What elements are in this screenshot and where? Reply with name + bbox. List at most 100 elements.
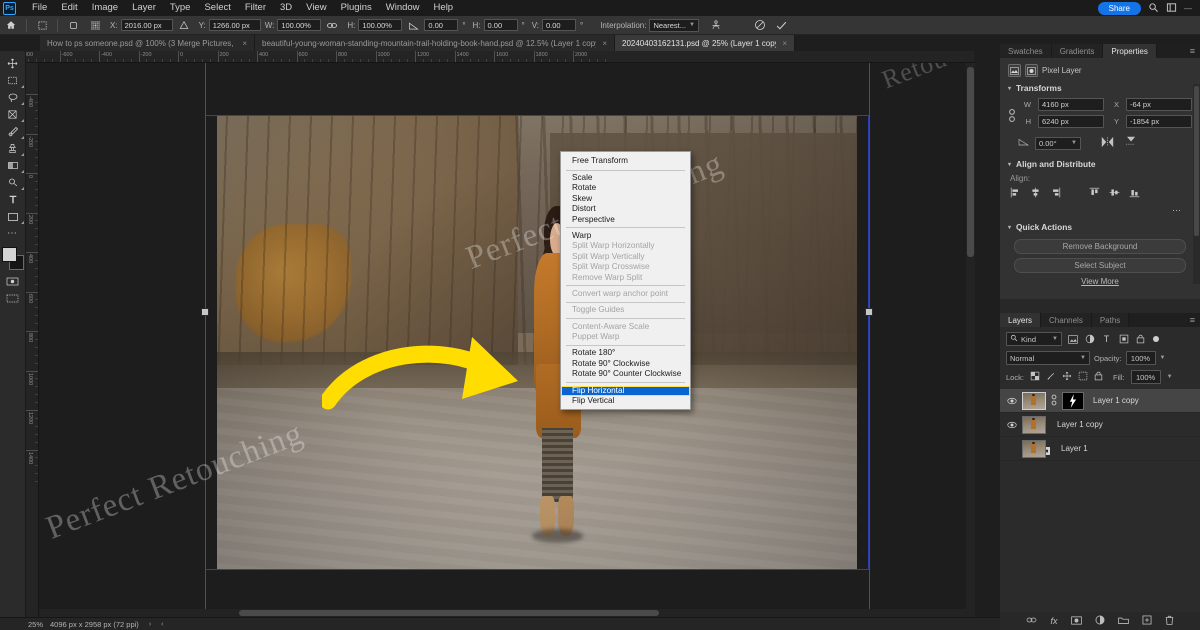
link-layers-icon[interactable]: [1026, 616, 1037, 626]
interpolation-select[interactable]: Nearest... ▼: [649, 19, 698, 32]
layer-row[interactable]: Layer 1: [1000, 437, 1200, 461]
lock-all-icon[interactable]: [1094, 371, 1103, 383]
layer-row[interactable]: Layer 1 copy: [1000, 389, 1200, 413]
more-options-icon[interactable]: ⋯: [1000, 204, 1200, 219]
align-right-icon[interactable]: [1050, 187, 1061, 200]
tool-lasso[interactable]: [1, 89, 25, 106]
panel-tab-swatches[interactable]: Swatches: [1000, 44, 1052, 58]
vertical-ruler[interactable]: -400-2000200400600800100012001400: [26, 63, 39, 617]
layer-thumbnail[interactable]: [1022, 440, 1046, 458]
horizontal-ruler[interactable]: -1000-800-600-400-2000200400600800100012…: [26, 51, 974, 63]
scrollbar-thumb[interactable]: [239, 610, 659, 616]
free-transform-icon[interactable]: [31, 16, 53, 35]
align-bottom-icon[interactable]: [1129, 187, 1140, 200]
layer-thumbnail[interactable]: [1022, 392, 1046, 410]
filter-pixel-icon[interactable]: [1066, 333, 1079, 346]
lock-image-pixels-icon[interactable]: [1046, 371, 1056, 383]
image-layer-icon[interactable]: [1008, 64, 1021, 77]
quick-mask-icon[interactable]: [1, 273, 25, 290]
context-menu-item-skew[interactable]: Skew: [561, 194, 690, 204]
h-input[interactable]: 100.00%: [358, 19, 402, 31]
zoom-level[interactable]: 25%: [0, 620, 50, 629]
context-menu-item-warp[interactable]: Warp: [561, 231, 690, 241]
filter-toggle-icon[interactable]: [1153, 336, 1159, 342]
menu-window[interactable]: Window: [379, 0, 427, 16]
scrollbar-thumb[interactable]: [967, 67, 974, 257]
angle-input[interactable]: 0.00° ▼: [1035, 137, 1081, 150]
commit-transform-icon[interactable]: [771, 16, 793, 35]
add-mask-icon[interactable]: [1071, 616, 1082, 627]
panel-tab-paths[interactable]: Paths: [1092, 313, 1129, 327]
canvas-area[interactable]: Perfect Retouching Perfect Retouching Re…: [39, 63, 974, 617]
tool-type[interactable]: [1, 191, 25, 208]
angle-input[interactable]: 0.00: [424, 19, 458, 31]
filter-type-icon[interactable]: T: [1100, 333, 1113, 346]
context-menu-item-scale[interactable]: Scale: [561, 173, 690, 183]
transform-handle-right-middle[interactable]: [865, 308, 873, 316]
status-collapse-arrow[interactable]: ‹: [161, 621, 163, 628]
menu-help[interactable]: Help: [427, 0, 461, 16]
maintain-aspect-ratio-icon[interactable]: [321, 16, 343, 35]
tool-move[interactable]: [1, 55, 25, 72]
document-tab[interactable]: How to ps someone.psd @ 100% (3 Merge Pi…: [40, 35, 255, 51]
blend-mode-select[interactable]: Normal ▼: [1006, 351, 1090, 365]
canvas-horizontal-scrollbar[interactable]: [39, 609, 974, 617]
new-layer-icon[interactable]: [1142, 615, 1152, 627]
scrollbar-thumb[interactable]: [1194, 86, 1199, 236]
opacity-input[interactable]: 100%: [1126, 351, 1156, 365]
tool-crop[interactable]: [1, 106, 25, 123]
flip-horizontal-icon[interactable]: [1101, 136, 1114, 150]
status-expand-arrow[interactable]: ›: [149, 621, 151, 628]
lock-position-icon[interactable]: [1062, 371, 1072, 383]
menu-edit[interactable]: Edit: [54, 0, 84, 16]
filter-adjustment-icon[interactable]: [1083, 333, 1096, 346]
relative-position-icon[interactable]: [173, 16, 195, 35]
menu-layer[interactable]: Layer: [125, 0, 163, 16]
align-top-icon[interactable]: [1089, 187, 1100, 200]
filter-shape-icon[interactable]: [1117, 333, 1130, 346]
layer-mask-thumbnail[interactable]: [1062, 392, 1084, 410]
context-menu-item-rotate-90-clockwise[interactable]: Rotate 90° Clockwise: [561, 359, 690, 369]
tool-eyedropper[interactable]: [1, 123, 25, 140]
panel-menu-icon[interactable]: ≡: [1185, 44, 1200, 58]
screen-mode-icon[interactable]: [1, 290, 25, 307]
flip-vertical-icon[interactable]: [1124, 136, 1137, 150]
y-input[interactable]: -1854 px: [1126, 115, 1192, 128]
menu-file[interactable]: File: [25, 0, 54, 16]
menu-filter[interactable]: Filter: [238, 0, 273, 16]
foreground-color-swatch[interactable]: [2, 247, 17, 262]
toggle-ref-point-icon[interactable]: [62, 16, 84, 35]
panel-tab-gradients[interactable]: Gradients: [1052, 44, 1104, 58]
align-left-icon[interactable]: [1010, 187, 1021, 200]
workspace-icon[interactable]: [1166, 2, 1177, 15]
transform-context-menu[interactable]: Free Transform ScaleRotateSkewDistortPer…: [560, 151, 691, 410]
view-more-link[interactable]: View More: [1000, 277, 1200, 286]
color-swatches[interactable]: [1, 247, 25, 271]
transforms-section-header[interactable]: ▾ Transforms: [1000, 80, 1200, 96]
panel-menu-icon[interactable]: ≡: [1185, 313, 1200, 327]
tool-gradient[interactable]: [1, 157, 25, 174]
x-input[interactable]: 2016.00 px: [121, 19, 173, 31]
menu-image[interactable]: Image: [85, 0, 125, 16]
share-button[interactable]: Share: [1098, 2, 1141, 15]
document-tab[interactable]: beautiful-young-woman-standing-mountain-…: [255, 35, 615, 51]
align-center-horizontal-icon[interactable]: [1030, 187, 1041, 200]
layer-mask-link-icon[interactable]: [1051, 394, 1057, 408]
context-menu-item-perspective[interactable]: Perspective: [561, 215, 690, 225]
panel-tab-properties[interactable]: Properties: [1103, 44, 1156, 58]
filter-kind-select[interactable]: Kind ▼: [1006, 332, 1062, 346]
context-menu-item-distort[interactable]: Distort: [561, 204, 690, 214]
layer-thumbnail[interactable]: [1022, 416, 1046, 434]
lock-transparent-pixels-icon[interactable]: [1030, 371, 1040, 383]
home-icon[interactable]: [0, 16, 22, 35]
tool-rectangular-marquee[interactable]: [1, 72, 25, 89]
layer-mask-icon[interactable]: [1025, 64, 1038, 77]
link-dimensions-icon[interactable]: [1006, 108, 1018, 123]
menu-select[interactable]: Select: [197, 0, 237, 16]
lock-artboard-icon[interactable]: [1078, 371, 1088, 383]
remove-background-button[interactable]: Remove Background: [1014, 239, 1186, 254]
align-section-header[interactable]: ▾ Align and Distribute: [1000, 156, 1200, 172]
height-input[interactable]: 6240 px: [1038, 115, 1104, 128]
menu-plugins[interactable]: Plugins: [334, 0, 379, 16]
tool-clone-stamp[interactable]: [1, 140, 25, 157]
